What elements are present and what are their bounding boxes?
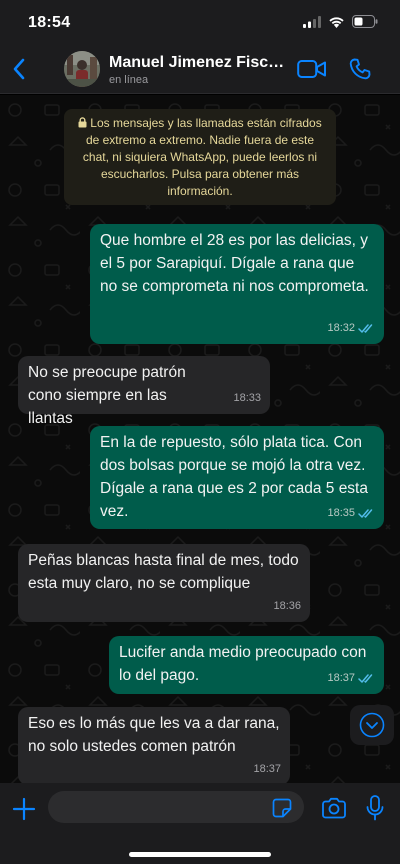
status-time: 18:54 — [28, 14, 71, 31]
message-text: Eso es lo más que les va a dar rana, no … — [28, 715, 280, 755]
message-meta: 18:35 — [327, 502, 375, 525]
sticker-icon — [272, 798, 292, 818]
double-check-read-icon — [358, 674, 373, 683]
message-incoming[interactable]: Peñas blancas hasta final de mes, todo e… — [18, 544, 310, 622]
message-outgoing[interactable]: En la de repuesto, sólo plata tica. Con … — [90, 426, 384, 529]
contact-name[interactable]: Manuel Jimenez Fisc… — [109, 54, 289, 72]
message-outgoing[interactable]: Que hombre el 28 es por las delicias, y … — [90, 224, 384, 344]
phone-icon — [349, 58, 371, 80]
message-time: 18:36 — [273, 600, 301, 612]
plus-icon — [12, 797, 36, 821]
wifi-icon — [329, 16, 344, 28]
message-meta: 18:37 — [253, 758, 281, 781]
video-call-button[interactable] — [297, 58, 327, 80]
message-text: Que hombre el 28 es por las delicias, y … — [100, 232, 369, 295]
message-input[interactable] — [48, 791, 304, 823]
contact-avatar[interactable] — [64, 51, 100, 87]
double-check-read-icon — [358, 324, 373, 333]
chat-header: Manuel Jimenez Fisc… en línea — [0, 46, 400, 94]
voice-call-button[interactable] — [348, 57, 372, 81]
status-icons — [303, 15, 378, 28]
double-check-read-icon — [358, 509, 373, 518]
message-text: No se preocupe patrón cono siempre en la… — [28, 364, 186, 427]
video-camera-icon — [297, 60, 326, 78]
message-time: 18:37 — [253, 763, 281, 775]
message-meta: 18:33 — [233, 387, 261, 410]
sticker-button[interactable] — [272, 798, 292, 818]
message-incoming[interactable]: No se preocupe patrón cono siempre en la… — [18, 356, 270, 427]
message-meta: 18:37 — [327, 667, 375, 690]
message-time: 18:37 — [327, 672, 355, 684]
message-meta: 18:32 — [327, 317, 375, 340]
back-button[interactable] — [6, 54, 32, 84]
encryption-notice-text: Los mensajes y las llamadas están cifrad… — [82, 116, 322, 198]
chevron-left-icon — [13, 58, 25, 80]
contact-status: en línea — [109, 74, 149, 86]
status-bar: 18:54 — [0, 0, 400, 46]
camera-button[interactable] — [321, 797, 347, 819]
lock-icon — [78, 117, 87, 128]
message-text: Peñas blancas hasta final de mes, todo e… — [28, 552, 299, 592]
microphone-icon — [366, 795, 384, 821]
home-indicator[interactable] — [129, 852, 271, 857]
message-time: 18:33 — [233, 392, 261, 404]
scroll-to-bottom-button[interactable] — [350, 705, 394, 745]
chat-area[interactable]: Los mensajes y las llamadas están cifrad… — [0, 95, 400, 783]
message-time: 18:35 — [327, 507, 355, 519]
message-composer — [0, 783, 400, 864]
encryption-notice[interactable]: Los mensajes y las llamadas están cifrad… — [64, 109, 336, 205]
battery-icon — [352, 15, 378, 28]
message-outgoing[interactable]: Lucifer anda medio preocupado con lo del… — [109, 636, 384, 694]
chevron-down-icon — [359, 712, 385, 738]
message-meta: 18:36 — [273, 595, 301, 618]
message-time: 18:32 — [327, 322, 355, 334]
avatar-photo — [64, 51, 100, 87]
signal-icon — [303, 15, 321, 28]
camera-icon — [322, 797, 346, 819]
message-incoming[interactable]: Eso es lo más que les va a dar rana, no … — [18, 707, 290, 783]
attach-button[interactable] — [12, 797, 36, 821]
microphone-button[interactable] — [366, 795, 384, 821]
